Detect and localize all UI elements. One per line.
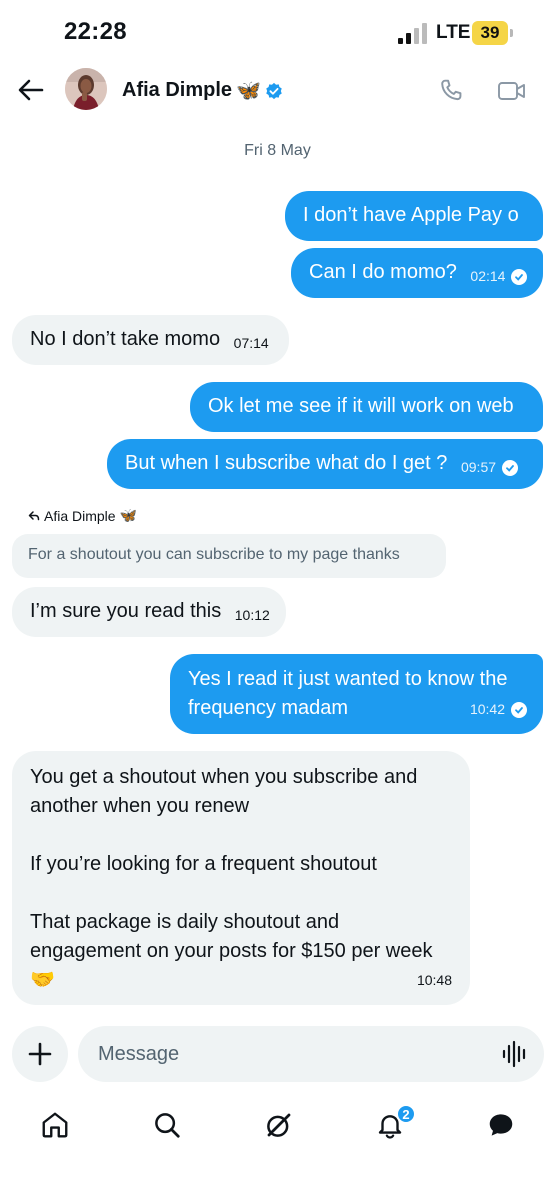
voice-message-button[interactable] [502,1040,528,1068]
battery-level: 39 [480,23,500,42]
call-button[interactable] [436,76,466,106]
plus-icon [28,1042,52,1066]
message-meta: 10:42 [470,695,527,724]
message-meta: 02:14 [470,262,528,291]
message-meta: 10:48 [417,966,452,995]
notification-count-badge: 2 [396,1104,416,1124]
message-line: If you’re looking for a frequent shoutou… [30,853,377,875]
network-label: LTE [436,22,471,43]
message-bubble-incoming[interactable]: No I don’t take momo 07:14 [12,315,289,365]
chat-header: Afia Dimple 🦋 [0,66,555,114]
message-composer [78,1026,544,1082]
waveform-icon [502,1040,526,1068]
message-bubble-outgoing[interactable]: Can I do momo? 02:14 [291,248,543,298]
bottom-tab-bar [0,1100,555,1160]
butterfly-emoji: 🦋 [236,80,261,102]
message-text: But when I subscribe what do I get ? [125,452,448,474]
quoted-message[interactable]: For a shoutout you can subscribe to my p… [12,534,446,578]
message-line: another when you renew [30,795,250,817]
message-bubble-incoming[interactable]: I’m sure you read this 10:12 [12,587,286,637]
video-call-button[interactable] [497,76,527,106]
phone-icon [441,79,462,101]
message-meta: 10:12 [235,601,270,630]
tab-messages[interactable] [484,1108,518,1142]
arrow-left-icon [18,79,44,101]
seen-check-icon [511,268,528,285]
reply-reference: Afia Dimple 🦋 [28,507,137,524]
handshake-emoji: 🤝 [30,969,55,991]
messages-icon [489,1114,513,1136]
message-meta: 07:14 [234,329,269,358]
message-text: Can I do momo? [309,261,457,283]
status-bar: 22:28 LTE 39 [0,0,555,66]
home-icon [42,1112,68,1138]
signal-icon [398,22,430,44]
message-bubble-incoming[interactable]: You get a shoutout when you subscribe an… [12,751,470,1005]
message-meta: 09:57 [460,453,519,482]
message-bubble-outgoing[interactable]: But when I subscribe what do I get ? 09:… [107,439,543,489]
message-time: 10:12 [234,607,270,623]
message-line: engagement on your posts for $150 per we… [30,940,433,962]
message-line: That package is daily shoutout and [30,911,340,933]
contact-name-row[interactable]: Afia Dimple 🦋 [122,78,283,103]
message-time: 09:57 [460,459,497,475]
seen-check-icon [511,701,527,718]
tab-grok[interactable] [262,1108,296,1142]
reply-author: Afia Dimple [44,507,116,524]
message-text: Ok let me see if it will work on web [208,395,514,417]
reply-arrow-icon [28,510,40,520]
message-time: 02:14 [470,268,506,284]
grok-icon [267,1113,291,1137]
quoted-text: For a shoutout you can subscribe to my p… [28,546,400,563]
search-icon [155,1113,180,1138]
message-text: I don’t have Apple Pay o [303,204,519,226]
message-bubble-outgoing[interactable]: Ok let me see if it will work on web [190,382,543,432]
avatar[interactable] [65,68,107,110]
message-text: No I don’t take momo [30,328,221,350]
message-time: 10:48 [416,972,452,988]
message-text: I’m sure you read this [30,600,222,622]
verified-badge-icon [266,82,282,99]
seen-check-icon [502,459,519,476]
date-separator: Fri 8 May [244,142,311,159]
tab-home[interactable] [38,1108,72,1142]
video-camera-icon [498,82,525,100]
butterfly-emoji: 🦋 [119,507,138,523]
message-line: You get a shoutout when you subscribe an… [30,766,418,788]
contact-name: Afia Dimple [122,79,233,101]
message-time: 07:14 [233,335,269,351]
message-bubble-outgoing[interactable]: I don’t have Apple Pay o [285,191,543,241]
battery-icon: 39 [472,21,508,45]
status-time: 22:28 [64,18,127,45]
message-input[interactable] [98,1026,488,1082]
message-time: 10:42 [469,701,505,717]
battery-cap [510,29,513,37]
message-bubble-outgoing[interactable]: Yes I read it just wanted to know the fr… [170,654,543,734]
back-button[interactable] [16,76,46,104]
add-attachment-button[interactable] [12,1026,68,1082]
tab-search[interactable] [150,1108,184,1142]
